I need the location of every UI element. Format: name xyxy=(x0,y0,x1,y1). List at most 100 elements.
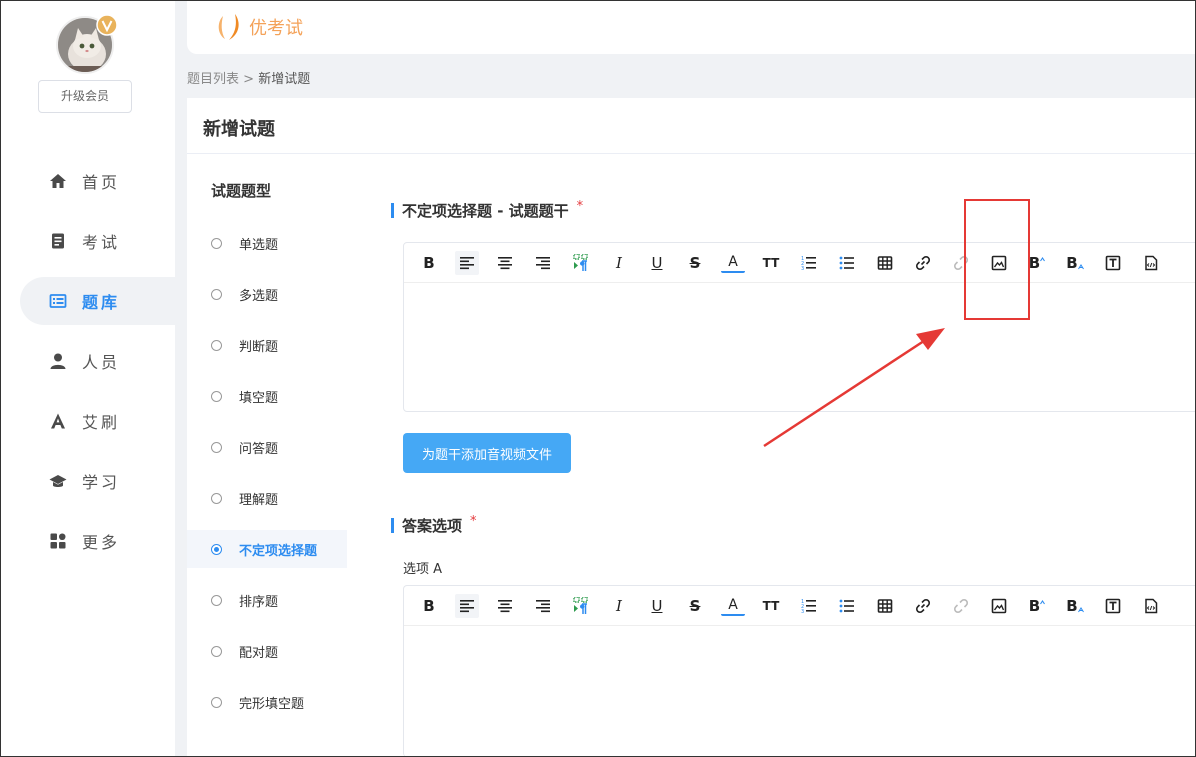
paragraph-format-button[interactable] xyxy=(569,251,593,275)
paragraph-icon xyxy=(573,254,588,271)
link-icon xyxy=(915,255,931,271)
nav-item-practice[interactable]: 艾刷 xyxy=(20,397,175,445)
align-left-button[interactable] xyxy=(455,251,479,275)
question-type-heading: 试题题型 xyxy=(211,182,272,200)
italic-button[interactable]: I xyxy=(607,251,631,275)
ordered-list-button[interactable]: 123 xyxy=(797,251,821,275)
insert-link-button[interactable] xyxy=(911,594,935,618)
vip-badge-icon xyxy=(96,14,118,36)
font-color-button[interactable]: A xyxy=(721,596,745,616)
font-color-button[interactable]: A xyxy=(721,253,745,273)
option-a-rich-text-editor[interactable]: B I U S A TT 123 B B xyxy=(403,585,1196,757)
radio-button[interactable] xyxy=(211,288,222,300)
radio-button[interactable] xyxy=(211,696,222,708)
svg-text:3: 3 xyxy=(801,266,804,271)
nav-item-learning[interactable]: 学习 xyxy=(20,457,175,505)
font-size-button[interactable]: TT xyxy=(759,594,783,618)
radio-button[interactable] xyxy=(211,645,222,657)
text-box-button[interactable] xyxy=(1101,251,1125,275)
table-button[interactable] xyxy=(873,251,897,275)
divider xyxy=(187,153,1196,154)
link-icon xyxy=(915,598,931,614)
editor-toolbar: B I U S A TT 123 B B xyxy=(404,243,1196,283)
bold-button[interactable]: B xyxy=(417,594,441,618)
nav-item-question-bank[interactable]: 题库 xyxy=(20,277,175,325)
align-right-button[interactable] xyxy=(531,251,555,275)
insert-image-button[interactable] xyxy=(987,594,1011,618)
nav-label: 人员 xyxy=(82,353,121,372)
radio-button[interactable] xyxy=(211,237,222,249)
unlink-button[interactable] xyxy=(949,594,973,618)
question-type-indefinite-choice[interactable]: 不定项选择题 xyxy=(187,530,347,568)
align-left-icon xyxy=(460,257,474,270)
nav-item-more[interactable]: 更多 xyxy=(20,517,175,565)
stem-rich-text-editor[interactable]: B I U S A TT 123 B B xyxy=(403,242,1196,412)
nav-item-personnel[interactable]: 人员 xyxy=(20,337,175,385)
insert-link-button[interactable] xyxy=(911,251,935,275)
subscript-button[interactable]: B xyxy=(1063,594,1087,618)
table-button[interactable] xyxy=(873,594,897,618)
upgrade-membership-button[interactable]: 升级会员 xyxy=(38,80,132,113)
graduation-cap-icon xyxy=(48,471,68,491)
radio-button[interactable] xyxy=(211,441,222,453)
question-type-matching[interactable]: 配对题 xyxy=(187,632,347,670)
align-center-button[interactable] xyxy=(493,251,517,275)
table-icon xyxy=(877,599,893,613)
underline-button[interactable]: U xyxy=(645,594,669,618)
question-type-cloze[interactable]: 完形填空题 xyxy=(187,683,347,721)
text-box-button[interactable] xyxy=(1101,594,1125,618)
question-type-label: 单选题 xyxy=(239,237,279,253)
user-avatar-area[interactable] xyxy=(56,14,118,74)
add-media-to-stem-button[interactable]: 为题干添加音视频文件 xyxy=(403,433,571,473)
source-code-button[interactable] xyxy=(1139,251,1163,275)
radio-button[interactable] xyxy=(211,594,222,606)
radio-button[interactable] xyxy=(211,339,222,351)
superscript-button[interactable]: B xyxy=(1025,594,1049,618)
font-size-button[interactable]: TT xyxy=(759,251,783,275)
bullet-list-button[interactable] xyxy=(835,594,859,618)
breadcrumb: 题目列表 > 新增试题 xyxy=(187,68,310,87)
superscript-mark-icon xyxy=(1040,600,1046,605)
stem-title-text: 不定项选择题 - 试题题干 xyxy=(402,202,569,220)
subscript-mark-icon xyxy=(1077,607,1084,613)
italic-button[interactable]: I xyxy=(607,594,631,618)
ordered-list-button[interactable]: 123 xyxy=(797,594,821,618)
radio-button[interactable] xyxy=(211,492,222,504)
subscript-mark-icon xyxy=(1077,264,1084,270)
home-icon xyxy=(48,171,68,191)
question-bank-icon xyxy=(48,291,68,311)
align-left-button[interactable] xyxy=(455,594,479,618)
grid-icon xyxy=(48,531,68,551)
bullet-list-button[interactable] xyxy=(835,251,859,275)
paragraph-format-button[interactable] xyxy=(569,594,593,618)
breadcrumb-parent-link[interactable]: 题目列表 xyxy=(187,72,239,87)
question-type-essay[interactable]: 问答题 xyxy=(187,428,347,466)
unlink-button[interactable] xyxy=(949,251,973,275)
question-type-judgement[interactable]: 判断题 xyxy=(187,326,347,364)
image-icon xyxy=(991,598,1007,614)
underline-button[interactable]: U xyxy=(645,251,669,275)
radio-button[interactable] xyxy=(211,390,222,402)
option-a-label: 选项 A xyxy=(403,562,443,577)
bold-button[interactable]: B xyxy=(417,251,441,275)
align-center-button[interactable] xyxy=(493,594,517,618)
strikethrough-button[interactable]: S xyxy=(683,594,707,618)
bullet-list-icon xyxy=(839,599,854,613)
subscript-button[interactable]: B xyxy=(1063,251,1087,275)
radio-button-selected[interactable] xyxy=(211,543,222,555)
nav-item-exam[interactable]: 考试 xyxy=(20,217,175,265)
insert-image-button[interactable] xyxy=(987,251,1011,275)
nav-item-home[interactable]: 首页 xyxy=(20,157,175,205)
question-type-single[interactable]: 单选题 xyxy=(187,224,347,262)
source-code-button[interactable] xyxy=(1139,594,1163,618)
align-right-button[interactable] xyxy=(531,594,555,618)
question-type-comprehension[interactable]: 理解题 xyxy=(187,479,347,517)
question-type-ordering[interactable]: 排序题 xyxy=(187,581,347,619)
logo[interactable]: 优考试 xyxy=(215,12,303,42)
align-right-icon xyxy=(536,600,550,613)
question-type-multiple[interactable]: 多选题 xyxy=(187,275,347,313)
question-type-fill-blank[interactable]: 填空题 xyxy=(187,377,347,415)
superscript-button[interactable]: B xyxy=(1025,251,1049,275)
nav-label: 题库 xyxy=(82,293,121,312)
strikethrough-button[interactable]: S xyxy=(683,251,707,275)
